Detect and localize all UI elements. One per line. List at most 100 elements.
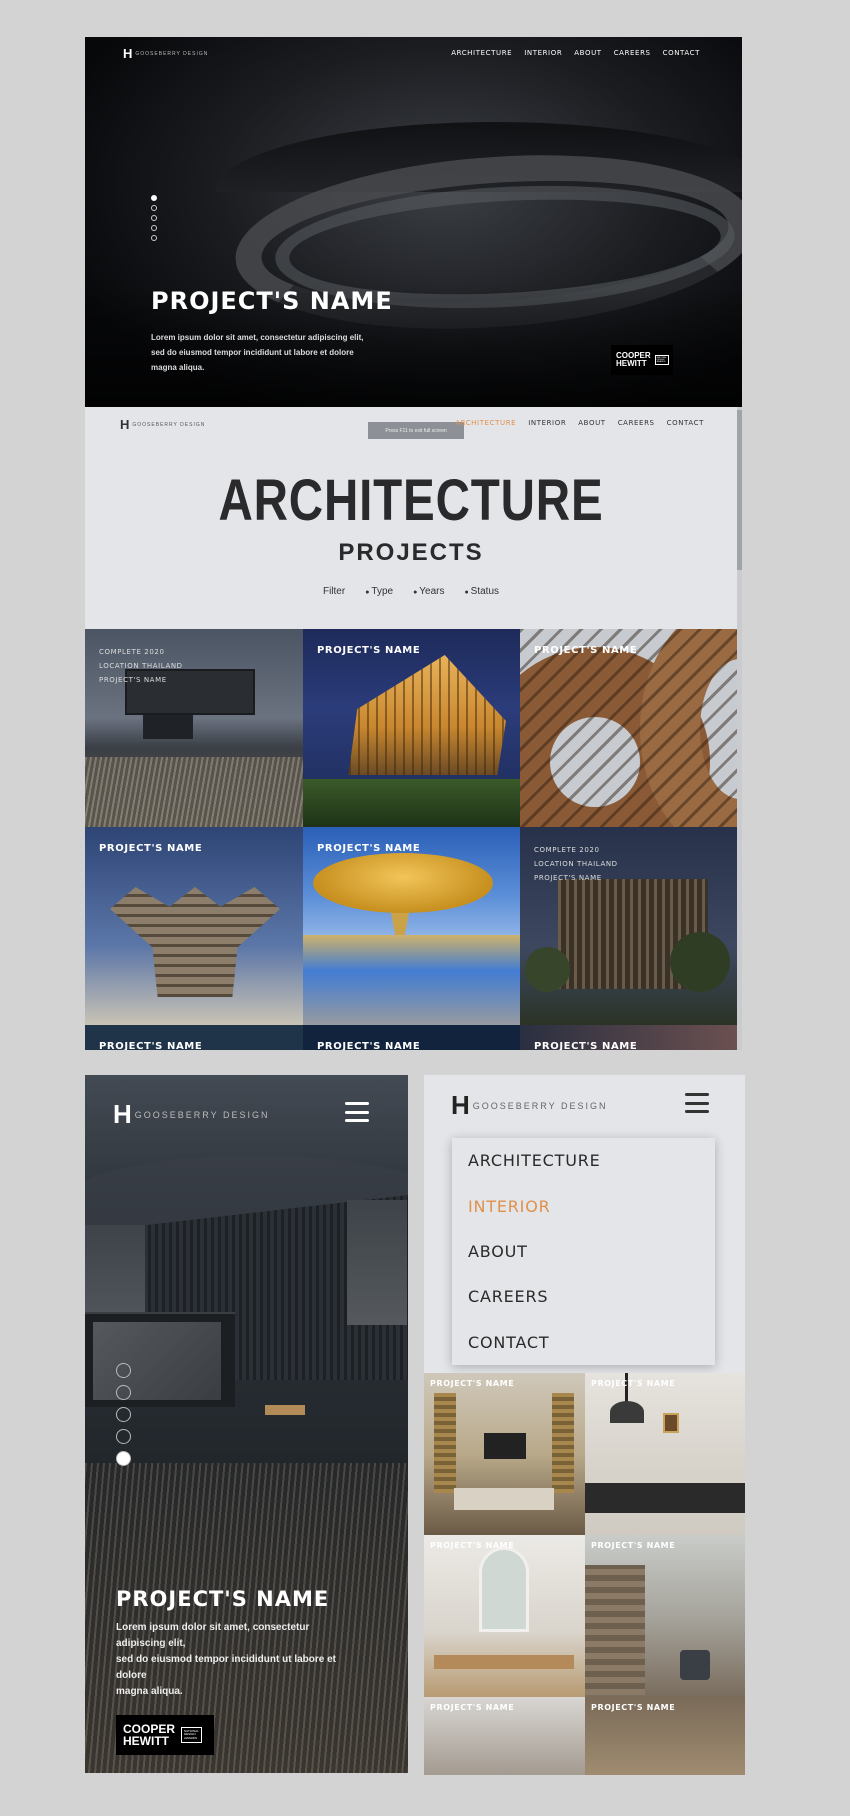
nav-architecture[interactable]: ARCHITECTURE — [451, 49, 512, 57]
project-grid: COMPLETE 2020 LOCATION THAILAND PROJECT'… — [85, 629, 737, 1050]
hero-desc-line: sed do eiusmod tempor incididunt ut labo… — [116, 1654, 337, 1665]
project-tile[interactable]: PROJECT'S NAME — [520, 629, 737, 827]
brand-logo[interactable]: H GOOSEBERRY DESIGN — [113, 1099, 269, 1130]
slide-dot-5[interactable] — [116, 1451, 131, 1466]
nav-contact[interactable]: CONTACT — [667, 419, 704, 427]
filter-years[interactable]: Years — [413, 586, 444, 597]
tile-meta-location: LOCATION THAILAND — [534, 860, 618, 868]
project-tile[interactable]: PROJECT'S NAME — [585, 1535, 745, 1697]
filter-status[interactable]: Status — [464, 586, 499, 597]
project-tile[interactable]: PROJECT'S NAME — [303, 827, 520, 1025]
logo-wordmark: GOOSEBERRY DESIGN — [132, 421, 206, 428]
tile-image — [454, 1488, 554, 1510]
tile-image — [313, 853, 493, 913]
slide-dot-5[interactable] — [151, 235, 157, 241]
nav-about[interactable]: ABOUT — [578, 419, 605, 427]
slide-dot-2[interactable] — [151, 205, 157, 211]
nav-careers[interactable]: CAREERS — [618, 419, 655, 427]
menu-item-architecture[interactable]: ARCHITECTURE — [452, 1138, 715, 1183]
hero-title: PROJECT'S NAME — [151, 287, 393, 315]
tile-label: PROJECT'S NAME — [591, 1541, 676, 1550]
logo-mark: H — [113, 1099, 132, 1129]
tile-label: PROJECT'S NAME — [430, 1703, 515, 1712]
logo-mark: H — [451, 1090, 470, 1120]
project-tile[interactable]: PROJECT'S NAME — [585, 1697, 745, 1775]
tile-label: PROJECT'S NAME — [430, 1541, 515, 1550]
slide-dot-4[interactable] — [116, 1429, 131, 1444]
project-tile[interactable]: COMPLETE 2020 LOCATION THAILAND PROJECT'… — [520, 827, 737, 1025]
badge-sub-text: NATIONAL DESIGN AWARDS — [181, 1727, 202, 1743]
tile-image — [585, 1483, 745, 1513]
nav-interior[interactable]: INTERIOR — [528, 419, 566, 427]
brand-logo[interactable]: H GOOSEBERRY DESIGN — [451, 1090, 607, 1121]
project-tile[interactable]: PROJECT'S NAME — [303, 1025, 520, 1050]
tile-meta-year: COMPLETE 2020 — [99, 648, 165, 656]
tile-image — [479, 1547, 529, 1632]
tile-label: PROJECT'S NAME — [534, 1041, 638, 1050]
hero-nav: ARCHITECTURE INTERIOR ABOUT CAREERS CONT… — [451, 49, 700, 57]
slide-dot-4[interactable] — [151, 225, 157, 231]
tile-image — [484, 1433, 526, 1459]
tile-meta: COMPLETE 2020 LOCATION THAILAND PROJECT'… — [534, 843, 618, 885]
hero-desc-line: Lorem ipsum dolor sit amet, consectetur — [116, 1622, 310, 1633]
scrollbar[interactable] — [737, 407, 742, 1050]
project-tile[interactable]: PROJECT'S NAME — [424, 1535, 585, 1697]
tile-label: PROJECT'S NAME — [591, 1379, 676, 1388]
slide-dot-1[interactable] — [116, 1363, 131, 1378]
menu-item-interior[interactable]: INTERIOR — [452, 1183, 715, 1228]
filter-bar: Filter Type Years Status — [85, 586, 737, 597]
tile-meta-location: LOCATION THAILAND — [99, 662, 183, 670]
project-tile[interactable]: PROJECT'S NAME — [85, 1025, 303, 1050]
logo-mark: H — [120, 417, 130, 432]
tile-label: PROJECT'S NAME — [99, 843, 203, 854]
hamburger-menu-icon[interactable] — [685, 1093, 709, 1113]
mobile-menu-page: H GOOSEBERRY DESIGN ARCHITECTURE INTERIO… — [424, 1075, 745, 1775]
nav-contact[interactable]: CONTACT — [663, 49, 700, 57]
page-title: ARCHITECTURE — [218, 468, 604, 533]
tile-label: PROJECT'S NAME — [317, 843, 421, 854]
project-tile[interactable]: PROJECT'S NAME — [424, 1373, 585, 1535]
tile-image — [625, 1373, 628, 1403]
project-tile[interactable]: PROJECT'S NAME — [424, 1697, 585, 1775]
nav-careers[interactable]: CAREERS — [614, 49, 651, 57]
slide-dot-1[interactable] — [151, 195, 157, 201]
scrollbar-thumb[interactable] — [737, 410, 742, 570]
menu-item-about[interactable]: ABOUT — [452, 1229, 715, 1274]
badge-main-text: COOPER HEWITT — [616, 351, 651, 368]
tile-label: PROJECT'S NAME — [534, 645, 638, 656]
hero-slider: H GOOSEBERRY DESIGN ARCHITECTURE INTERIO… — [85, 37, 742, 407]
hero-desc-line: magna aliqua. — [116, 1686, 183, 1697]
menu-item-contact[interactable]: CONTACT — [452, 1320, 715, 1365]
nav-architecture[interactable]: ARCHITECTURE — [455, 419, 516, 427]
project-tile[interactable]: COMPLETE 2020 LOCATION THAILAND PROJECT'… — [85, 629, 303, 827]
slide-dot-3[interactable] — [151, 215, 157, 221]
menu-item-careers[interactable]: CAREERS — [452, 1274, 715, 1319]
brand-logo[interactable]: H GOOSEBERRY DESIGN — [123, 46, 208, 61]
tile-meta-year: COMPLETE 2020 — [534, 846, 600, 854]
hero-desc-line: dolore — [116, 1670, 147, 1681]
hero-image-window — [85, 1225, 145, 1320]
hero-desc-line: adipiscing elit, — [116, 1638, 186, 1649]
tile-meta-name: PROJECT'S NAME — [99, 676, 167, 684]
project-tile[interactable]: PROJECT'S NAME — [85, 827, 303, 1025]
nav-interior[interactable]: INTERIOR — [524, 49, 562, 57]
hamburger-menu-icon[interactable] — [345, 1102, 369, 1122]
tile-image — [585, 1565, 645, 1695]
filter-type[interactable]: Type — [365, 586, 393, 597]
tile-label: PROJECT'S NAME — [430, 1379, 515, 1388]
logo-mark: H — [123, 46, 133, 61]
project-tile[interactable]: PROJECT'S NAME — [303, 629, 520, 827]
tile-image — [110, 887, 280, 997]
slide-dot-3[interactable] — [116, 1407, 131, 1422]
slide-dot-2[interactable] — [116, 1385, 131, 1400]
brand-logo[interactable]: H GOOSEBERRY DESIGN — [120, 417, 205, 432]
hero-image-light — [265, 1405, 305, 1415]
tile-image — [303, 935, 520, 1025]
tile-image — [670, 932, 730, 992]
nav-about[interactable]: ABOUT — [574, 49, 601, 57]
project-tile[interactable]: PROJECT'S NAME — [585, 1373, 745, 1535]
tile-label: PROJECT'S NAME — [317, 645, 421, 656]
logo-wordmark: GOOSEBERRY DESIGN — [134, 1109, 270, 1120]
mobile-hero: H GOOSEBERRY DESIGN PROJECT'S NAME Lorem… — [85, 1075, 408, 1773]
project-tile[interactable]: PROJECT'S NAME — [520, 1025, 737, 1050]
